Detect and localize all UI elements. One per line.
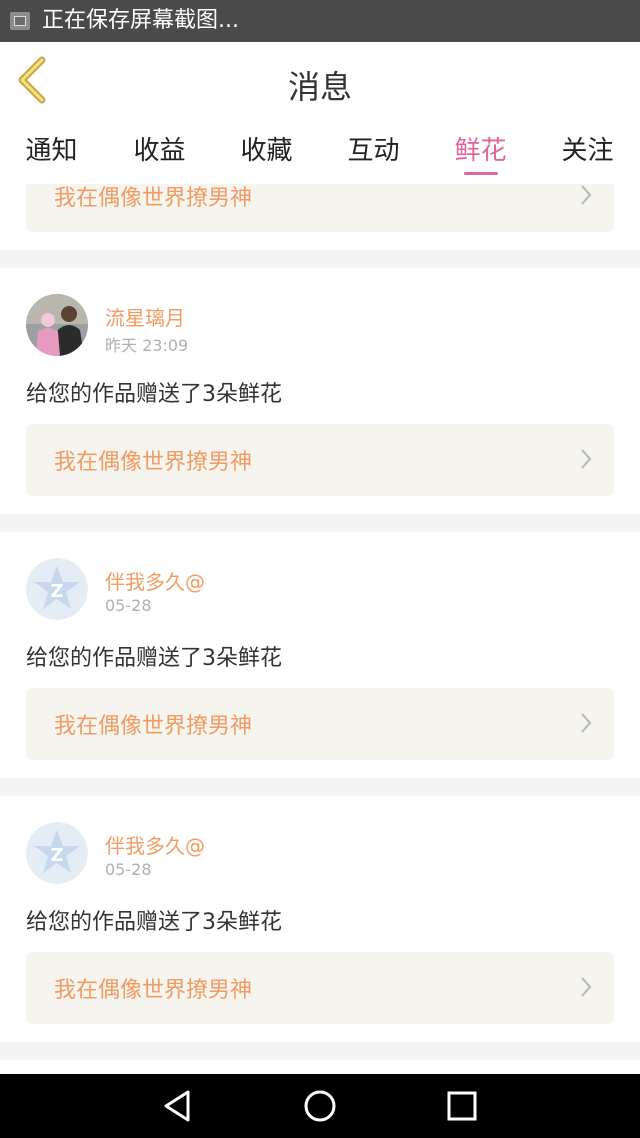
list-item: Z 伴我多久@ 05-28 给您的作品赠送了3朵鲜花 我在偶像世界撩男神 (0, 532, 640, 778)
message-text: 给您的作品赠送了3朵鲜花 (26, 382, 282, 407)
square-recent-icon[interactable] (444, 1088, 480, 1124)
avatar[interactable]: Z (26, 822, 88, 884)
tab-interaction[interactable]: 互动 (320, 130, 427, 167)
page-title: 消息 (287, 68, 352, 106)
nav-bar: 消息 (0, 42, 640, 121)
work-link[interactable]: 我在偶像世界撩男神 (26, 688, 614, 760)
list-item: Z 伴我多久@ 05-28 给您的作品赠送了3朵鲜花 我在偶像世界撩男神 (0, 796, 640, 1042)
avatar[interactable]: Z (26, 558, 88, 620)
active-tab-indicator (464, 172, 498, 175)
timestamp: 昨天 23:09 (105, 336, 189, 355)
svg-text:Z: Z (50, 845, 63, 866)
status-bar: 正在保存屏幕截图... (0, 0, 640, 42)
list-item: 我在偶像世界撩男神 (0, 184, 640, 250)
default-avatar-icon: Z (26, 558, 88, 620)
chevron-right-icon (581, 449, 592, 469)
system-nav-bar (0, 1074, 640, 1138)
tab-notice[interactable]: 通知 (0, 130, 105, 167)
work-title: 我在偶像世界撩男神 (54, 186, 253, 211)
work-title: 我在偶像世界撩男神 (54, 450, 253, 475)
user-name[interactable]: 流星璃月 (105, 302, 185, 331)
tab-earnings[interactable]: 收益 (106, 130, 213, 167)
work-link[interactable]: 我在偶像世界撩男神 (26, 952, 614, 1024)
circle-home-icon[interactable] (302, 1088, 338, 1124)
work-title: 我在偶像世界撩男神 (54, 714, 253, 739)
status-text: 正在保存屏幕截图... (42, 8, 239, 33)
tab-follow[interactable]: 关注 (534, 130, 640, 167)
tab-favorites[interactable]: 收藏 (213, 130, 320, 167)
default-avatar-icon: Z (26, 822, 88, 884)
avatar[interactable] (26, 294, 88, 356)
chevron-right-icon (581, 713, 592, 733)
work-title: 我在偶像世界撩男神 (54, 978, 253, 1003)
work-link[interactable]: 我在偶像世界撩男神 (26, 424, 614, 496)
tab-flowers[interactable]: 鲜花 (427, 130, 534, 167)
user-name[interactable]: 伴我多久@ (105, 830, 205, 859)
message-list[interactable]: 我在偶像世界撩男神 流星璃月 昨天 23:09 给您的作品赠送了3朵鲜花 我在偶… (0, 184, 640, 1074)
triangle-back-icon[interactable] (160, 1088, 196, 1124)
message-text: 给您的作品赠送了3朵鲜花 (26, 646, 282, 671)
user-name[interactable]: 伴我多久@ (105, 566, 205, 595)
svg-text:Z: Z (50, 581, 63, 602)
chevron-right-icon (581, 977, 592, 997)
timestamp: 05-28 (105, 860, 152, 879)
tab-bar: 通知 收益 收藏 互动 鲜花 关注 (0, 120, 640, 184)
message-text: 给您的作品赠送了3朵鲜花 (26, 910, 282, 935)
user-photo-icon (26, 294, 88, 356)
work-link[interactable]: 我在偶像世界撩男神 (26, 184, 614, 232)
timestamp: 05-28 (105, 596, 152, 615)
list-item: 流星璃月 昨天 23:09 给您的作品赠送了3朵鲜花 我在偶像世界撩男神 (0, 268, 640, 514)
list-item (0, 1060, 640, 1074)
screenshot-icon (10, 12, 30, 30)
chevron-right-icon (581, 185, 592, 205)
